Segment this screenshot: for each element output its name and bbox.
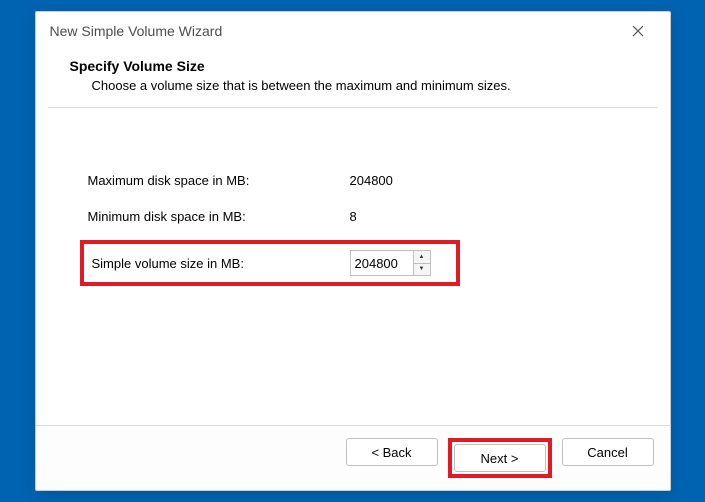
- footer: < Back Next > Cancel: [36, 425, 670, 490]
- max-space-row: Maximum disk space in MB: 204800: [88, 162, 636, 198]
- spinner-up-button[interactable]: ▲: [414, 251, 430, 264]
- header-section: Specify Volume Size Choose a volume size…: [36, 50, 670, 107]
- min-space-value: 8: [350, 209, 357, 224]
- size-label: Simple volume size in MB:: [88, 256, 350, 271]
- min-space-label: Minimum disk space in MB:: [88, 209, 350, 224]
- close-button[interactable]: [618, 17, 658, 45]
- chevron-up-icon: ▲: [419, 254, 425, 260]
- page-title: Specify Volume Size: [70, 58, 636, 74]
- titlebar: New Simple Volume Wizard: [36, 12, 670, 50]
- window-title: New Simple Volume Wizard: [50, 23, 223, 39]
- max-space-label: Maximum disk space in MB:: [88, 173, 350, 188]
- page-subtitle: Choose a volume size that is between the…: [70, 78, 636, 93]
- next-button-highlight: Next >: [448, 438, 552, 478]
- content-area: Maximum disk space in MB: 204800 Minimum…: [36, 108, 670, 425]
- wizard-dialog: New Simple Volume Wizard Specify Volume …: [35, 11, 671, 491]
- spinner-down-button[interactable]: ▼: [414, 264, 430, 276]
- size-spinner: ▲ ▼: [350, 250, 431, 276]
- spinner-buttons: ▲ ▼: [413, 251, 430, 275]
- close-icon: [632, 25, 644, 37]
- size-row-highlight: Simple volume size in MB: ▲ ▼: [80, 240, 460, 286]
- max-space-value: 204800: [350, 173, 393, 188]
- next-button[interactable]: Next >: [454, 444, 546, 472]
- back-button[interactable]: < Back: [346, 438, 438, 466]
- chevron-down-icon: ▼: [419, 266, 425, 272]
- size-input[interactable]: [351, 251, 413, 275]
- min-space-row: Minimum disk space in MB: 8: [88, 198, 636, 234]
- cancel-button[interactable]: Cancel: [562, 438, 654, 466]
